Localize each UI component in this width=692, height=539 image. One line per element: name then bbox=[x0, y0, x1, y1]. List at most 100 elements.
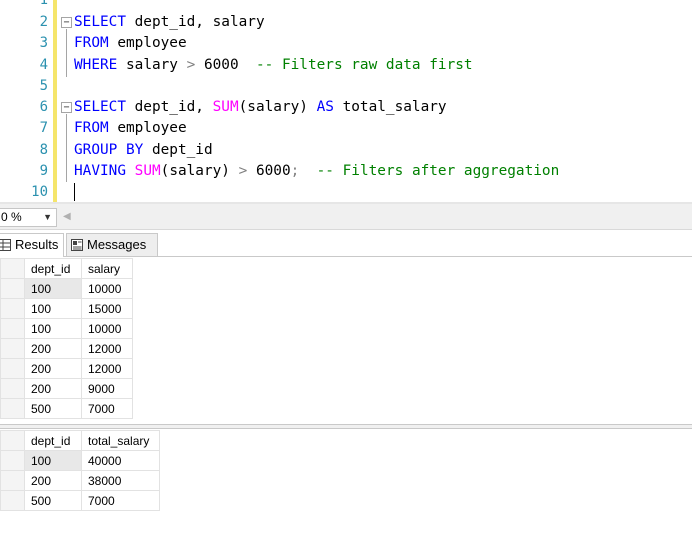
tab-results-label: Results bbox=[15, 237, 59, 252]
code-line-4[interactable]: WHERE salary > 6000 -- Filters raw data … bbox=[74, 55, 473, 76]
tab-messages-label: Messages bbox=[87, 237, 147, 252]
row-header-corner[interactable] bbox=[0, 258, 25, 279]
function-name: SUM bbox=[134, 163, 161, 179]
row-header[interactable] bbox=[0, 490, 25, 511]
keyword: HAVING bbox=[74, 163, 126, 179]
table-cell[interactable]: 10000 bbox=[81, 318, 133, 339]
number-literal: 6000 bbox=[247, 163, 291, 179]
keyword: SELECT bbox=[74, 99, 126, 115]
code-text: total_salary bbox=[333, 99, 447, 115]
table-cell[interactable]: 15000 bbox=[81, 298, 133, 319]
table-cell[interactable]: 200 bbox=[24, 470, 82, 491]
keyword: WHERE bbox=[74, 57, 118, 73]
code-text: dept_id bbox=[143, 142, 213, 158]
comment: -- Filters after aggregation bbox=[316, 163, 560, 179]
table-cell[interactable]: 100 bbox=[24, 318, 82, 339]
table-row: 100 10000 bbox=[0, 278, 133, 299]
table-row: 200 12000 bbox=[0, 338, 133, 359]
zoom-value: 0 % bbox=[1, 210, 22, 224]
zoom-dropdown[interactable]: 0 % ▼ bbox=[0, 208, 57, 227]
code-text: employee bbox=[108, 120, 187, 136]
grid-splitter[interactable] bbox=[0, 424, 692, 429]
table-cell[interactable]: 38000 bbox=[81, 470, 160, 491]
change-marker-bar bbox=[53, 0, 57, 204]
grid-header-row: dept_id total_salary bbox=[0, 430, 160, 451]
semicolon: ; bbox=[290, 163, 300, 179]
code-line-3[interactable]: FROM employee bbox=[74, 33, 187, 54]
code-text: dept_id, salary bbox=[125, 14, 265, 30]
line-number: 4 bbox=[39, 57, 48, 73]
table-cell[interactable]: 7000 bbox=[81, 398, 133, 419]
messages-icon bbox=[71, 239, 83, 251]
row-header[interactable] bbox=[0, 338, 25, 359]
table-cell[interactable]: 200 bbox=[24, 358, 82, 379]
table-cell[interactable]: 7000 bbox=[81, 490, 160, 511]
scroll-left-icon[interactable]: ◀ bbox=[63, 211, 71, 222]
line-number: 8 bbox=[39, 142, 48, 158]
line-number: 7 bbox=[39, 120, 48, 136]
line-number: 3 bbox=[39, 35, 48, 51]
table-cell[interactable]: 10000 bbox=[81, 278, 133, 299]
row-header[interactable] bbox=[0, 470, 25, 491]
row-header[interactable] bbox=[0, 278, 25, 299]
table-row: 500 7000 bbox=[0, 490, 160, 511]
table-row: 100 40000 bbox=[0, 450, 160, 471]
table-row: 200 12000 bbox=[0, 358, 133, 379]
collapse-icon[interactable]: − bbox=[61, 102, 72, 113]
row-header[interactable] bbox=[0, 450, 25, 471]
grid-header-row: dept_id salary bbox=[0, 258, 133, 279]
code-line-7[interactable]: FROM employee bbox=[74, 118, 187, 139]
line-number: 5 bbox=[39, 78, 48, 94]
table-cell[interactable]: 100 bbox=[24, 298, 82, 319]
table-row: 100 10000 bbox=[0, 318, 133, 339]
code-line-2[interactable]: SELECT dept_id, salary bbox=[74, 12, 265, 33]
tab-results[interactable]: Results bbox=[0, 233, 64, 257]
keyword: SELECT bbox=[74, 14, 126, 30]
column-header[interactable]: dept_id bbox=[24, 430, 82, 451]
line-number: 10 bbox=[31, 184, 48, 200]
code-text: (salary) bbox=[238, 99, 317, 115]
number-literal: 6000 bbox=[195, 57, 256, 73]
table-cell[interactable]: 200 bbox=[24, 378, 82, 399]
row-header-corner[interactable] bbox=[0, 430, 25, 451]
table-cell[interactable]: 500 bbox=[24, 490, 82, 511]
table-cell[interactable]: 12000 bbox=[81, 358, 133, 379]
table-row: 200 9000 bbox=[0, 378, 133, 399]
query-editor[interactable]: 1 2 3 4 5 6 7 8 9 10 − − SELECT dept_id,… bbox=[0, 0, 692, 204]
collapse-icon[interactable]: − bbox=[61, 17, 72, 28]
table-cell[interactable]: 12000 bbox=[81, 338, 133, 359]
row-header[interactable] bbox=[0, 378, 25, 399]
line-number: 2 bbox=[39, 14, 48, 30]
column-header[interactable]: dept_id bbox=[24, 258, 82, 279]
line-number-gutter: 1 2 3 4 5 6 7 8 9 10 bbox=[0, 0, 52, 204]
line-number: 6 bbox=[39, 99, 48, 115]
keyword: GROUP BY bbox=[74, 142, 144, 158]
row-header[interactable] bbox=[0, 298, 25, 319]
code-line-8[interactable]: GROUP BY dept_id bbox=[74, 140, 213, 161]
keyword: AS bbox=[316, 99, 334, 115]
table-row: 200 38000 bbox=[0, 470, 160, 491]
row-header[interactable] bbox=[0, 318, 25, 339]
table-cell[interactable]: 100 bbox=[24, 278, 82, 299]
grid-icon bbox=[0, 239, 11, 251]
code-line-6[interactable]: SELECT dept_id, SUM(salary) AS total_sal… bbox=[74, 97, 447, 118]
tab-messages[interactable]: Messages bbox=[66, 233, 158, 257]
code-text: employee bbox=[108, 35, 187, 51]
row-header[interactable] bbox=[0, 358, 25, 379]
table-cell[interactable]: 40000 bbox=[81, 450, 160, 471]
table-cell[interactable]: 500 bbox=[24, 398, 82, 419]
table-cell[interactable]: 100 bbox=[24, 450, 82, 471]
table-cell[interactable]: 9000 bbox=[81, 378, 133, 399]
outline-line bbox=[66, 114, 67, 182]
code-line-9[interactable]: HAVING SUM(salary) > 6000; -- Filters af… bbox=[74, 161, 559, 182]
column-header[interactable]: total_salary bbox=[81, 430, 160, 451]
table-cell[interactable]: 200 bbox=[24, 338, 82, 359]
column-header[interactable]: salary bbox=[81, 258, 133, 279]
results-tab-strip: Results Messages bbox=[0, 231, 692, 257]
code-text: salary bbox=[117, 57, 187, 73]
keyword: FROM bbox=[74, 120, 109, 136]
line-number: 9 bbox=[39, 163, 48, 179]
row-header[interactable] bbox=[0, 398, 25, 419]
operator: > bbox=[238, 163, 248, 179]
